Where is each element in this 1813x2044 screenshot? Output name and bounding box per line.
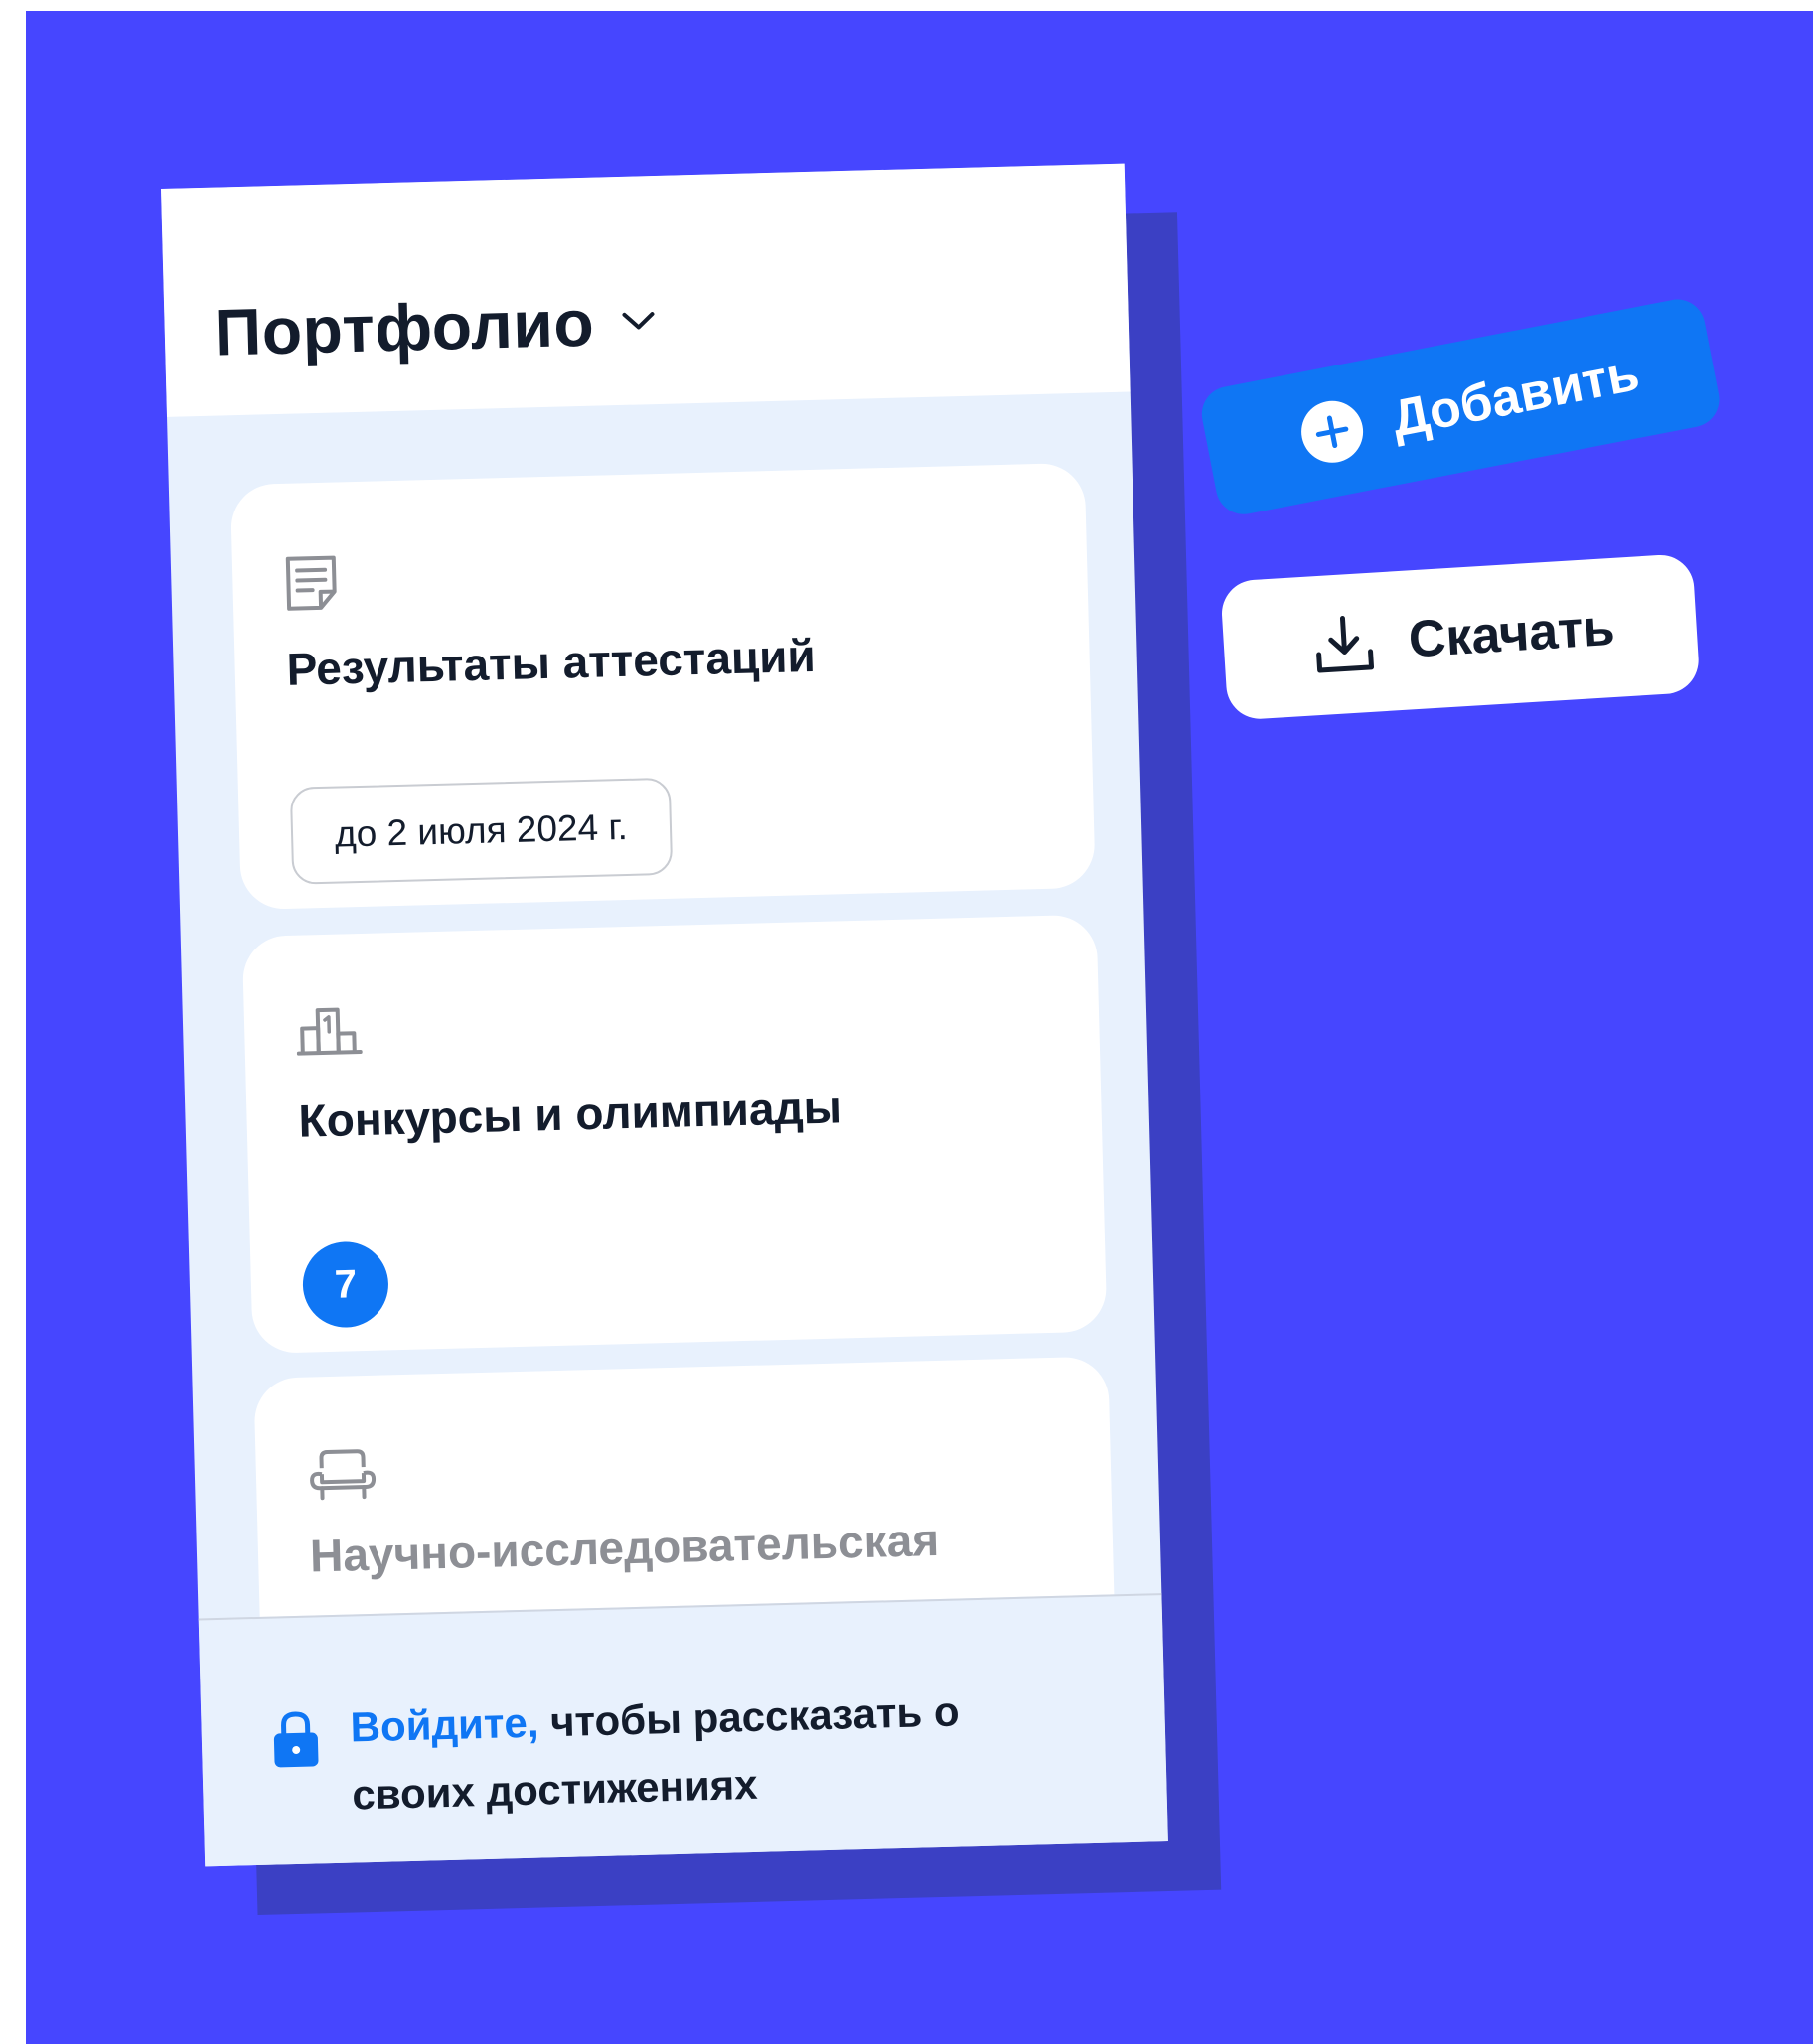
- lock-icon: [270, 1708, 322, 1769]
- chevron-down-icon: [622, 310, 657, 333]
- phone-header: Портфолио: [161, 163, 1131, 417]
- download-button[interactable]: Скачать: [1220, 552, 1701, 721]
- login-prompt: Войдите, чтобы рассказать о своих достиж…: [198, 1593, 1168, 1867]
- phone-mockup: Портфолио Результаты аттестаций до 2 июл…: [161, 163, 1222, 1916]
- armchair-icon: [307, 1447, 378, 1503]
- date-badge: до 2 июля 2024 г.: [289, 777, 673, 885]
- download-icon: [1311, 612, 1377, 677]
- portfolio-dropdown[interactable]: Портфолио: [214, 283, 657, 370]
- count-badge: 7: [301, 1241, 390, 1329]
- page-title: Портфолио: [213, 285, 596, 369]
- card-title: Результаты аттестаций: [286, 629, 817, 695]
- card-title: Конкурсы и олимпиады: [297, 1081, 843, 1147]
- phone-screen: Портфолио Результаты аттестаций до 2 июл…: [161, 163, 1168, 1867]
- podium-icon: [296, 1005, 363, 1057]
- download-button-label: Скачать: [1407, 598, 1617, 669]
- card-attestation-results[interactable]: Результаты аттестаций до 2 июля 2024 г.: [229, 462, 1096, 911]
- login-link[interactable]: Войдите,: [350, 1699, 539, 1751]
- login-message: Войдите, чтобы рассказать о своих достиж…: [350, 1676, 1068, 1829]
- card-contests-olympiads[interactable]: Конкурсы и олимпиады 7: [241, 914, 1108, 1354]
- document-icon: [284, 553, 341, 612]
- plus-circle-icon: [1295, 395, 1369, 469]
- add-button-label: Добавить: [1387, 344, 1644, 449]
